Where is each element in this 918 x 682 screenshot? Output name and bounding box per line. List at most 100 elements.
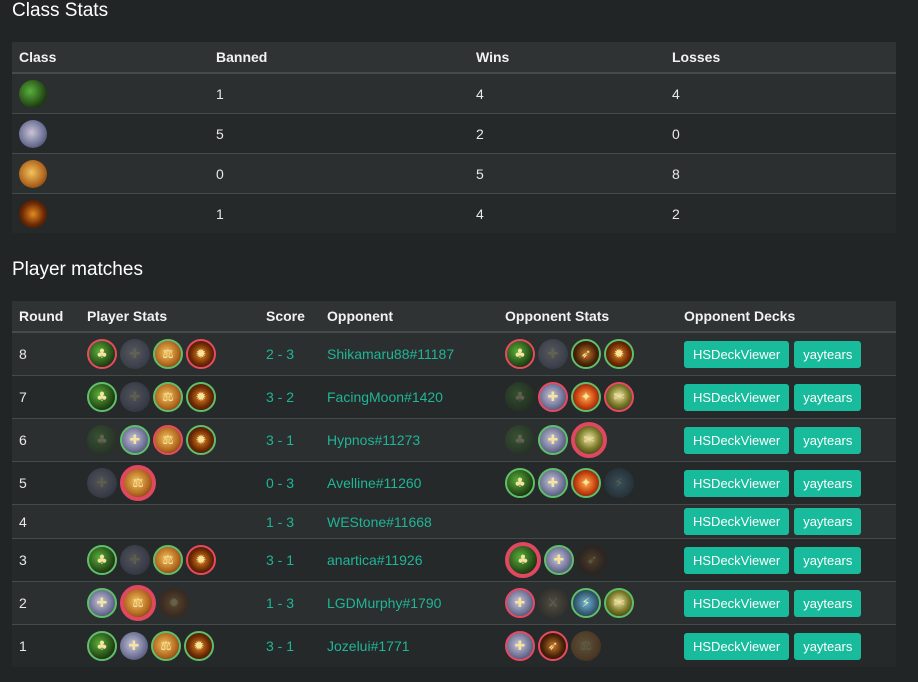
header-player-stats: Player Stats (80, 301, 259, 333)
priest-icon: ✚ (120, 632, 148, 660)
table-row: 7 ♣ ✚ ⚖ ✹ 3 - 2 FacingMoon#1420 ♣ ✚ ✦ ✄ HSDeckViewe… (12, 375, 896, 419)
yaytears-button[interactable]: yaytears (794, 426, 862, 454)
opponent-link[interactable]: FacingMoon#1420 (320, 375, 498, 419)
hsdeckviewer-button[interactable]: HSDeckViewer (684, 546, 790, 574)
paladin-icon: ⚖ (571, 631, 601, 661)
hsdeckviewer-button[interactable]: HSDeckViewer (684, 469, 790, 497)
rogue-icon: ✄ (571, 422, 607, 458)
priest-icon: ✚ (538, 468, 568, 498)
opponent-stats-icons: ♣ ✚ ✦ ⚡ (505, 468, 670, 498)
shaman-icon: ⚡ (571, 588, 601, 618)
wins-value: 4 (469, 72, 665, 114)
table-row: 1 4 2 (12, 193, 896, 233)
opponent-link[interactable]: Avelline#11260 (320, 461, 498, 505)
table-row: 0 5 8 (12, 153, 896, 194)
header-opponent-stats: Opponent Stats (498, 301, 677, 333)
wins-value: 2 (469, 113, 665, 154)
banned-value: 5 (209, 113, 469, 154)
hsdeckviewer-button[interactable]: HSDeckViewer (684, 340, 790, 368)
score-cell: 3 - 1 (259, 418, 320, 462)
losses-value: 8 (665, 153, 896, 194)
priest-icon (19, 119, 47, 148)
yaytears-button[interactable]: yaytears (794, 589, 862, 617)
mage-icon: ✦ (571, 382, 601, 412)
priest-icon: ✚ (505, 588, 535, 618)
class-stats-title: Class Stats (12, 0, 109, 21)
opponent-link[interactable]: Hypnos#11273 (320, 418, 498, 462)
player-matches-table: Round Player Stats Score Opponent Oppone… (12, 301, 896, 667)
header-score: Score (259, 301, 320, 333)
table-row: 1 4 4 (12, 72, 896, 114)
paladin-icon (19, 159, 47, 188)
table-row: 5 ✚ ⚖ 0 - 3 Avelline#11260 ♣ ✚ ✦ ⚡ HSDeckViewer ya… (12, 461, 896, 505)
paladin-icon: ⚖ (120, 465, 156, 501)
yaytears-button[interactable]: yaytears (794, 383, 862, 411)
priest-icon: ✚ (505, 631, 535, 661)
druid-icon: ♣ (87, 382, 117, 412)
player-stats-icons: ♣ ✚ ⚖ ✹ (87, 339, 252, 369)
priest-icon: ✚ (538, 382, 568, 412)
paladin-icon: ⚖ (151, 631, 181, 661)
opponent-link[interactable]: anartica#11926 (320, 538, 498, 582)
priest-icon: ✚ (87, 468, 117, 498)
player-matches-title: Player matches (12, 259, 143, 280)
mage-icon: ✦ (571, 468, 601, 498)
yaytears-button[interactable]: yaytears (794, 469, 862, 497)
score-cell: 3 - 2 (259, 375, 320, 419)
yaytears-button[interactable]: yaytears (794, 508, 862, 535)
yaytears-button[interactable]: yaytears (794, 632, 862, 660)
round-cell: 8 (12, 331, 80, 376)
opponent-link[interactable]: Shikamaru88#11187 (320, 331, 498, 376)
hsdeckviewer-button[interactable]: HSDeckViewer (684, 426, 790, 454)
table-row: 5 2 0 (12, 113, 896, 154)
wins-value: 5 (469, 153, 665, 194)
opponent-link[interactable]: WEStone#11668 (320, 504, 498, 539)
header-wins: Wins (469, 42, 665, 74)
table-row: 6 ♣ ✚ ⚖ ✹ 3 - 1 Hypnos#11273 ♣ ✚ ✄ HSDeckViewer yay… (12, 418, 896, 462)
opponent-stats-icons: ✚ ➶ ⚖ (505, 631, 670, 661)
hsdeckviewer-button[interactable]: HSDeckViewer (684, 508, 790, 535)
table-row: 8 ♣ ✚ ⚖ ✹ 2 - 3 Shikamaru88#11187 ♣ ✚ ➶ ✹ HSDeckVie… (12, 331, 896, 376)
druid-icon: ♣ (505, 542, 541, 578)
rogue-icon: ✄ (604, 382, 634, 412)
warlock-icon (19, 199, 47, 228)
yaytears-button[interactable]: yaytears (794, 340, 862, 368)
priest-icon: ✚ (120, 425, 150, 455)
wins-value: 4 (469, 193, 665, 233)
round-cell: 4 (12, 504, 80, 539)
losses-value: 0 (665, 113, 896, 154)
paladin-icon: ⚖ (120, 585, 156, 621)
shaman-icon: ⚡ (604, 468, 634, 498)
paladin-icon: ⚖ (153, 545, 183, 575)
header-round: Round (12, 301, 80, 333)
priest-icon: ✚ (538, 425, 568, 455)
score-cell: 1 - 3 (259, 504, 320, 539)
header-opponent: Opponent (320, 301, 498, 333)
hsdeckviewer-button[interactable]: HSDeckViewer (684, 589, 790, 617)
priest-icon: ✚ (120, 339, 150, 369)
warlock-icon: ✹ (186, 339, 216, 369)
banned-value: 1 (209, 72, 469, 114)
yaytears-button[interactable]: yaytears (794, 546, 862, 574)
hunter-icon: ➶ (571, 339, 601, 369)
priest-icon: ✚ (544, 545, 574, 575)
warlock-icon: ✹ (186, 425, 216, 455)
opponent-stats-icons: ♣ ✚ ➶ (505, 542, 670, 578)
player-stats-icons: ✚ ⚖ ✹ (87, 585, 252, 621)
priest-icon: ✚ (120, 382, 150, 412)
hsdeckviewer-button[interactable]: HSDeckViewer (684, 383, 790, 411)
hsdeckviewer-button[interactable]: HSDeckViewer (684, 632, 790, 660)
warlock-icon: ✹ (186, 545, 216, 575)
druid-icon: ♣ (87, 339, 117, 369)
player-stats-icons: ♣ ✚ ⚖ ✹ (87, 425, 252, 455)
opponent-stats-icons: ♣ ✚ ✄ (505, 422, 670, 458)
opponent-stats-icons: ♣ ✚ ✦ ✄ (505, 382, 670, 412)
hunter-icon: ➶ (538, 631, 568, 661)
warlock-icon: ✹ (186, 382, 216, 412)
opponent-link[interactable]: LGDMurphy#1790 (320, 581, 498, 625)
warlock-icon: ✹ (184, 631, 214, 661)
warlock-icon: ✹ (159, 588, 189, 618)
rogue-icon: ✄ (604, 588, 634, 618)
opponent-link[interactable]: Jozelui#1771 (320, 624, 498, 667)
score-cell: 3 - 1 (259, 538, 320, 582)
